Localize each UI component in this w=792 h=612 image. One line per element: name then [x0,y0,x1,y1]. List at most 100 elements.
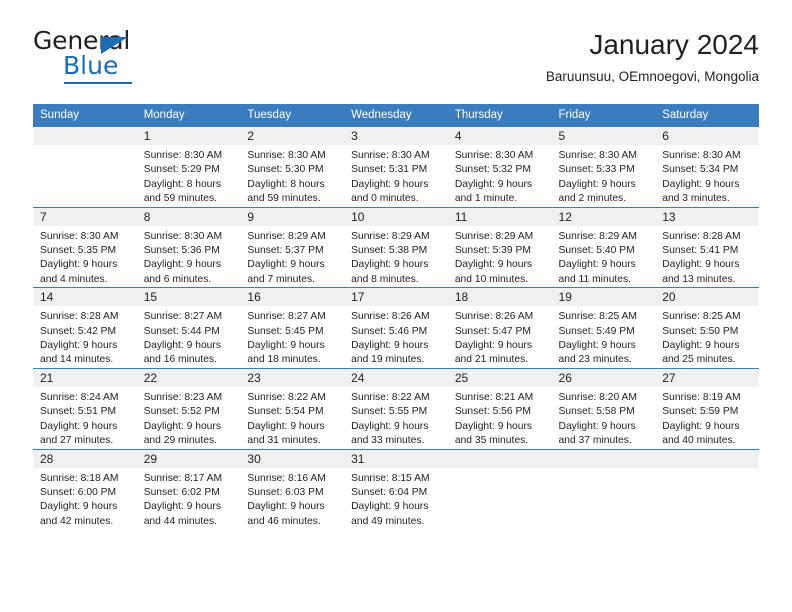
sunset-time: Sunset: 5:29 PM [143,164,220,176]
day-details: Sunrise: 8:26 AM Sunset: 5:47 PM Daylight:… [448,306,552,368]
sunrise-time: Sunrise: 8:24 AM [40,391,119,403]
calendar-header-row: Sunday Monday Tuesday Wednesday Thursday Frid… [33,104,759,127]
calendar-day-cell[interactable]: 17 Sunrise: 8:26 AM Sunset: 5:46 PM Dayligh… [344,287,448,369]
sunset-time: Sunset: 5:31 PM [351,164,428,176]
calendar-day-cell[interactable]: 26 Sunrise: 8:20 AM Sunset: 5:58 PM Dayligh… [551,367,656,449]
day-cell-inner: 18 Sunrise: 8:26 AM Sunset: 5:47 PM Dayligh… [447,288,552,368]
day-number: 28 [33,449,137,468]
day-cell-inner: 26 Sunrise: 8:20 AM Sunset: 5:58 PM Dayligh… [551,368,656,449]
calendar-day-cell[interactable]: 20 Sunrise: 8:25 AM Sunset: 5:50 PM Dayligh… [655,287,759,369]
calendar-day-cell[interactable]: 14 Sunrise: 8:28 AM Sunset: 5:42 PM Dayligh… [33,287,137,369]
calendar-day-cell[interactable]: 31 Sunrise: 8:15 AM Sunset: 6:04 PM Dayligh… [344,448,448,530]
sunset-time: Sunset: 5:46 PM [351,325,428,337]
day-number: 22 [136,368,241,387]
sunset-time: Sunset: 5:59 PM [662,406,739,418]
sunrise-time: Sunrise: 8:30 AM [662,150,741,161]
day-cell-inner [655,449,759,530]
daylight-hours: Daylight: 9 hours [351,259,429,271]
calendar-day-cell[interactable]: 16 Sunrise: 8:27 AM Sunset: 5:45 PM Dayligh… [240,287,345,369]
day-cell-inner: 5 Sunrise: 8:30 AM Sunset: 5:33 PM Daylight… [551,127,656,207]
calendar-day-cell[interactable]: 28 Sunrise: 8:18 AM Sunset: 6:00 PM Dayligh… [33,448,137,530]
calendar-week-row: 14 Sunrise: 8:28 AM Sunset: 5:42 PM Dayligh… [33,287,759,369]
sunset-time: Sunset: 5:42 PM [40,325,117,337]
calendar-day-cell[interactable]: 2 Sunrise: 8:30 AM Sunset: 5:30 PM Daylight… [240,127,345,207]
day-cell-inner: 16 Sunrise: 8:27 AM Sunset: 5:45 PM Dayligh… [240,288,345,368]
day-cell-inner: 31 Sunrise: 8:15 AM Sunset: 6:04 PM Dayligh… [344,449,448,530]
day-cell-inner: 23 Sunrise: 8:22 AM Sunset: 5:54 PM Dayligh… [240,368,345,449]
calendar-day-cell[interactable]: 5 Sunrise: 8:30 AM Sunset: 5:33 PM Daylight… [551,127,656,207]
calendar-day-cell[interactable]: 25 Sunrise: 8:21 AM Sunset: 5:56 PM Dayligh… [447,367,552,449]
day-cell-inner [551,449,656,530]
day-number: 26 [551,368,656,387]
day-number: 18 [447,288,552,307]
day-cell-inner: 13 Sunrise: 8:28 AM Sunset: 5:41 PM Dayligh… [655,207,759,288]
sunset-time: Sunset: 5:49 PM [558,325,635,337]
day-number: 4 [447,127,552,145]
calendar-day-cell[interactable]: 6 Sunrise: 8:30 AM Sunset: 5:34 PM Daylight… [655,127,759,207]
day-details: Sunrise: 8:17 AM Sunset: 6:02 PM Daylight:… [137,468,241,530]
calendar-day-cell[interactable]: 10 Sunrise: 8:29 AM Sunset: 5:38 PM Dayligh… [344,206,448,288]
sunrise-time: Sunrise: 8:30 AM [351,150,430,161]
calendar-week-row: 21 Sunrise: 8:24 AM Sunset: 5:51 PM Dayligh… [33,367,759,449]
sunset-time: Sunset: 6:02 PM [143,486,220,498]
daylight-minutes: and 4 minutes. [40,273,108,285]
daylight-minutes: and 49 minutes. [351,515,425,527]
day-number: 19 [551,288,656,307]
day-details: Sunrise: 8:27 AM Sunset: 5:44 PM Daylight:… [137,306,241,368]
day-cell-inner: 3 Sunrise: 8:30 AM Sunset: 5:31 PM Daylight… [344,127,448,207]
day-number: 5 [551,127,656,145]
day-cell-inner: 20 Sunrise: 8:25 AM Sunset: 5:50 PM Dayligh… [655,288,759,368]
calendar-day-cell[interactable]: 23 Sunrise: 8:22 AM Sunset: 5:54 PM Dayligh… [240,367,345,449]
calendar-day-cell[interactable]: 13 Sunrise: 8:28 AM Sunset: 5:41 PM Dayligh… [655,206,759,288]
day-cell-inner: 24 Sunrise: 8:22 AM Sunset: 5:55 PM Dayligh… [344,368,448,449]
sunrise-time: Sunrise: 8:17 AM [143,472,223,484]
calendar-week-row: 1 Sunrise: 8:30 AM Sunset: 5:29 PM Daylight… [33,127,759,207]
daylight-hours: Daylight: 9 hours [558,259,636,271]
daylight-minutes: and 29 minutes. [143,435,217,447]
day-details: Sunrise: 8:18 AM Sunset: 6:00 PM Daylight:… [33,468,137,530]
day-cell-inner: 28 Sunrise: 8:18 AM Sunset: 6:00 PM Dayligh… [33,449,137,530]
calendar-day-cell[interactable]: 3 Sunrise: 8:30 AM Sunset: 5:31 PM Daylight… [344,127,448,207]
sunrise-time: Sunrise: 8:22 AM [247,391,326,403]
calendar-day-cell[interactable]: 24 Sunrise: 8:22 AM Sunset: 5:55 PM Dayligh… [344,367,448,449]
daylight-hours: Daylight: 9 hours [247,259,325,271]
daylight-minutes: and 37 minutes. [558,435,632,447]
sunrise-time: Sunrise: 8:30 AM [143,150,223,161]
calendar-day-cell[interactable]: 22 Sunrise: 8:23 AM Sunset: 5:52 PM Dayligh… [136,367,241,449]
daylight-minutes: and 42 minutes. [40,515,114,527]
calendar-day-cell[interactable]: 12 Sunrise: 8:29 AM Sunset: 5:40 PM Dayligh… [551,206,656,288]
day-details: Sunrise: 8:30 AM Sunset: 5:35 PM Daylight:… [33,226,137,288]
calendar-day-cell[interactable]: 21 Sunrise: 8:24 AM Sunset: 5:51 PM Dayligh… [33,367,137,449]
day-number: 20 [655,288,759,307]
daylight-hours: Daylight: 9 hours [662,420,740,432]
sunrise-time: Sunrise: 8:28 AM [662,230,741,242]
day-number: 31 [344,449,448,468]
calendar-day-cell[interactable]: 15 Sunrise: 8:27 AM Sunset: 5:44 PM Dayligh… [136,287,241,369]
calendar-day-cell[interactable]: 29 Sunrise: 8:17 AM Sunset: 6:02 PM Dayligh… [136,448,241,530]
day-cell-inner: 9 Sunrise: 8:29 AM Sunset: 5:37 PM Daylight… [240,207,345,288]
calendar-day-cell[interactable]: 18 Sunrise: 8:26 AM Sunset: 5:47 PM Dayligh… [447,287,552,369]
sunrise-time: Sunrise: 8:27 AM [247,311,326,323]
sunrise-time: Sunrise: 8:29 AM [247,230,326,242]
calendar-day-cell-empty [447,448,552,530]
calendar-day-cell[interactable]: 1 Sunrise: 8:30 AM Sunset: 5:29 PM Daylight… [136,127,241,207]
calendar-day-cell[interactable]: 19 Sunrise: 8:25 AM Sunset: 5:49 PM Dayligh… [551,287,656,369]
day-number: 24 [344,368,448,387]
calendar-day-cell[interactable]: 30 Sunrise: 8:16 AM Sunset: 6:03 PM Dayligh… [240,448,345,530]
sunrise-time: Sunrise: 8:30 AM [40,230,119,242]
calendar-day-cell[interactable]: 11 Sunrise: 8:29 AM Sunset: 5:39 PM Dayligh… [447,206,552,288]
day-cell-inner: 10 Sunrise: 8:29 AM Sunset: 5:38 PM Dayligh… [344,207,448,288]
calendar-day-cell[interactable]: 27 Sunrise: 8:19 AM Sunset: 5:59 PM Dayligh… [655,367,759,449]
calendar-day-cell[interactable]: 9 Sunrise: 8:29 AM Sunset: 5:37 PM Daylight… [240,206,345,288]
day-details: Sunrise: 8:30 AM Sunset: 5:34 PM Daylight:… [655,145,759,207]
day-cell-inner: 25 Sunrise: 8:21 AM Sunset: 5:56 PM Dayligh… [447,368,552,449]
day-details: Sunrise: 8:23 AM Sunset: 5:52 PM Daylight:… [137,387,241,449]
calendar-day-cell[interactable]: 8 Sunrise: 8:30 AM Sunset: 5:36 PM Daylight… [136,206,241,288]
day-number: 17 [344,288,448,307]
calendar-day-cell[interactable]: 4 Sunrise: 8:30 AM Sunset: 5:32 PM Daylight… [447,127,552,207]
sunrise-time: Sunrise: 8:30 AM [454,150,534,161]
day-cell-inner: 27 Sunrise: 8:19 AM Sunset: 5:59 PM Dayligh… [655,368,759,449]
sunset-time: Sunset: 5:37 PM [247,245,324,257]
day-number: 7 [33,207,137,226]
calendar-day-cell[interactable]: 7 Sunrise: 8:30 AM Sunset: 5:35 PM Daylight… [33,206,137,288]
